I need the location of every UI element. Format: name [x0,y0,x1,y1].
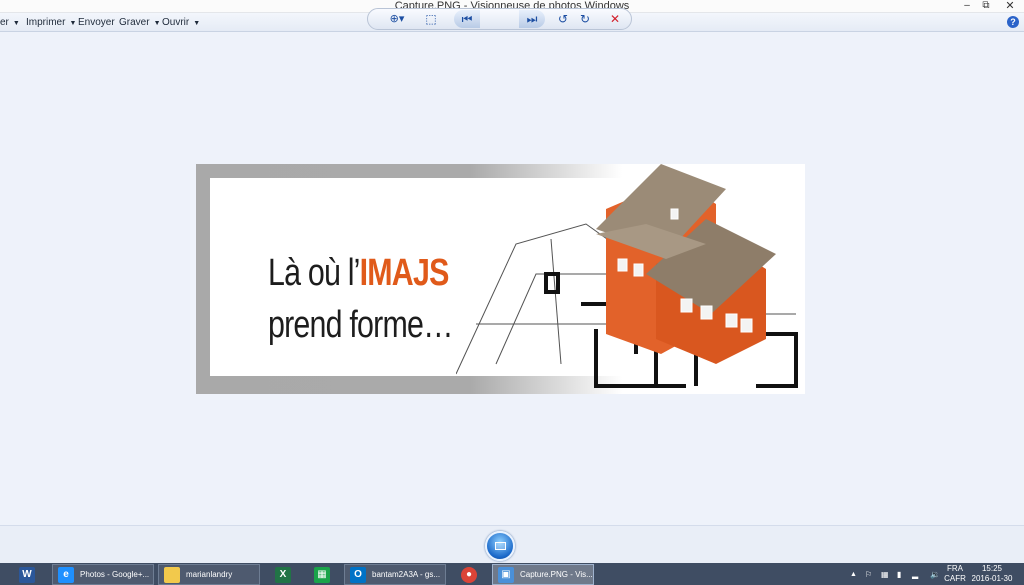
next-button[interactable]: ⏭ [519,10,545,28]
taskbar-item-label: marianlandry [186,570,233,579]
clock-time: 15:25 [981,564,1003,573]
taskbar-excel[interactable]: X [266,564,300,585]
chevron-down-icon: ▼ [153,20,161,27]
displayed-photo: Là où l’IMAJS prend forme… [196,164,805,394]
minimize-button[interactable]: – [958,0,976,13]
locale-code: CAFR [944,574,966,583]
folder-icon [164,567,180,583]
slogan-line-2: prend forme… [268,304,454,346]
slideshow-icon [495,542,506,550]
taskbar-chrome[interactable]: ● [452,564,486,585]
taskbar-item-label: bantam2A3A - gs... [372,570,441,579]
menu-item-share[interactable]: er ▼ [0,13,20,32]
slogan-prefix: Là où l’ [268,252,360,294]
delete-icon[interactable]: ✕ [606,10,624,28]
language-code: FRA [947,564,963,573]
tray-overflow-icon[interactable]: ▲ [850,564,858,585]
zoom-icon[interactable]: ⊕▾ [385,10,409,28]
menu-item-label: Envoyer [78,17,115,28]
menu-item-label: Imprimer [26,17,66,28]
menu-item-open[interactable]: Ouvrir ▼ [162,13,200,32]
chevron-down-icon: ▼ [69,20,77,27]
word-icon: W [19,567,35,583]
volume-icon[interactable]: 🔉 [930,564,940,585]
network-tray-icon[interactable]: ▦ [881,564,891,585]
taskbar-photo-viewer[interactable]: ▣ Capture.PNG - Vis... [492,564,594,585]
taskbar-outlook[interactable]: O bantam2A3A - gs... [344,564,446,585]
help-icon[interactable]: ? [1007,16,1019,28]
menu-item-send[interactable]: Envoyer [78,13,115,32]
taskbar-word[interactable]: W [8,564,46,585]
taskbar-item-label: Capture.PNG - Vis... [520,570,593,579]
brand-name: IMAJS [359,252,450,294]
chevron-down-icon: ▼ [12,20,20,27]
slogan-line-1: Là où l’IMAJS [268,247,453,299]
photo-viewer-icon: ▣ [498,567,514,583]
clock[interactable]: 15:25 2016-01-30 [970,564,1014,585]
taskbar-internet-explorer[interactable]: e Photos - Google+... [52,564,154,585]
menu-item-label: Graver [119,17,150,28]
internet-explorer-icon: e [58,567,74,583]
taskbar-store[interactable]: ▦ [305,564,339,585]
menu-item-label: Ouvrir [162,17,190,28]
wifi-signal-icon[interactable]: ▂ [912,564,922,585]
taskbar-file-explorer[interactable]: marianlandry [158,564,260,585]
excel-icon: X [275,567,291,583]
previous-button[interactable]: ⏮ [454,10,480,28]
chrome-icon: ● [461,567,477,583]
power-icon[interactable]: ▮ [897,564,907,585]
chevron-down-icon: ▼ [193,20,201,27]
taskbar-item-label: Photos - Google+... [80,570,150,579]
slideshow-button[interactable] [485,531,515,561]
outlook-icon: O [350,567,366,583]
action-center-icon[interactable]: ⚐ [865,564,875,585]
house-blueprint-illustration [456,164,798,388]
actual-size-icon[interactable]: ⬚ [423,10,439,28]
menu-item-print[interactable]: Imprimer ▼ [26,13,76,32]
rotate-right-icon[interactable]: ↻ [577,10,593,28]
store-icon: ▦ [314,567,330,583]
maximize-button[interactable]: ⧉ [977,0,995,13]
input-language-indicator[interactable]: FRA CAFR [944,564,966,585]
clock-date: 2016-01-30 [971,574,1013,583]
menu-item-burn[interactable]: Graver ▼ [119,13,161,32]
banner-slogan: Là où l’IMAJS prend forme… [268,247,454,351]
close-button[interactable]: ✕ [996,0,1024,13]
banner-frame-left [196,164,210,394]
rotate-left-icon[interactable]: ↺ [555,10,571,28]
menu-item-label: er [0,17,9,28]
